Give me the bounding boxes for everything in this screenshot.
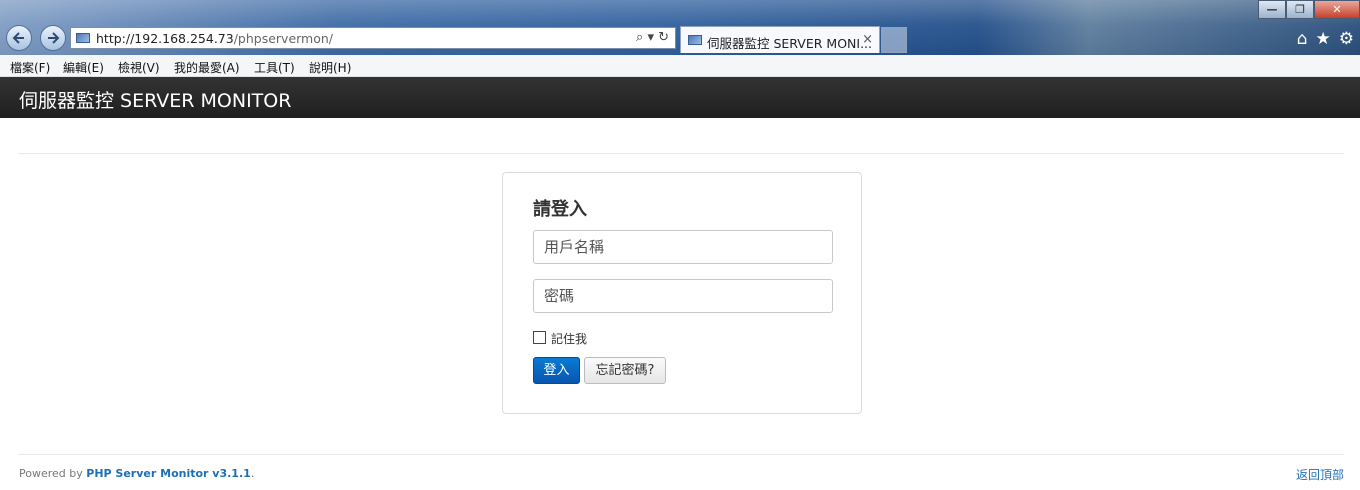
minimize-button[interactable]: — [1258, 0, 1286, 19]
tab-favicon-icon [688, 35, 702, 45]
forward-button[interactable] [40, 25, 66, 51]
tools-gear-icon[interactable]: ⚙ [1339, 29, 1354, 49]
menu-edit[interactable]: 編輯(E) [63, 59, 104, 76]
app-navbar: 伺服器監控 SERVER MONITOR [0, 77, 1360, 118]
menu-view[interactable]: 檢視(V) [118, 59, 160, 76]
login-title: 請登入 [533, 199, 587, 220]
close-window-button[interactable]: ✕ [1314, 0, 1360, 19]
tab-title: 伺服器監控 SERVER MONI... [707, 36, 872, 51]
site-favicon-icon [76, 33, 90, 43]
login-button[interactable]: 登入 [533, 357, 580, 384]
menu-favorites[interactable]: 我的最愛(A) [174, 59, 240, 76]
forward-arrow-icon [48, 32, 60, 44]
url-path: /phpservermon/ [233, 31, 334, 46]
brand-title[interactable]: 伺服器監控 SERVER MONITOR [19, 86, 291, 113]
browser-menu-bar: 檔案(F) 編輯(E) 檢視(V) 我的最愛(A) 工具(T) 說明(H) [0, 55, 1360, 77]
tab-close-icon[interactable]: × [862, 32, 873, 47]
favorites-star-icon[interactable]: ★ [1316, 29, 1331, 49]
back-button[interactable] [6, 25, 32, 51]
remember-checkbox[interactable] [533, 331, 546, 344]
bottom-divider [19, 454, 1344, 455]
new-tab-button[interactable] [881, 27, 907, 53]
powered-by-text: Powered by [19, 467, 87, 480]
password-input[interactable] [533, 279, 833, 313]
url-host: http://192.168.254.73 [96, 31, 234, 46]
menu-tools[interactable]: 工具(T) [254, 59, 295, 76]
window-controls: — ❐ ✕ [1258, 0, 1360, 19]
home-icon[interactable]: ⌂ [1297, 29, 1308, 49]
back-arrow-icon [12, 32, 24, 44]
url-text[interactable]: http://192.168.254.73/phpservermon/ [96, 31, 333, 46]
footer-credits: Powered by PHP Server Monitor v3.1.1. [19, 467, 254, 480]
browser-tab[interactable]: 伺服器監控 SERVER MONI... × [680, 26, 880, 53]
address-bar[interactable]: http://192.168.254.73/phpservermon/ ⌕ ▾ … [70, 27, 676, 49]
footer-period: . [250, 467, 255, 480]
forgot-password-button[interactable]: 忘記密碼? [584, 357, 666, 384]
product-link[interactable]: PHP Server Monitor v3.1.1 [86, 467, 251, 480]
menu-help[interactable]: 說明(H) [309, 59, 351, 76]
top-divider [19, 153, 1344, 154]
back-to-top-link[interactable]: 返回頂部 [1296, 466, 1344, 483]
maximize-button[interactable]: ❐ [1286, 0, 1314, 19]
browser-toolbar-icons: ⌂ ★ ⚙ [1297, 29, 1354, 49]
remember-label: 記住我 [551, 332, 588, 346]
search-refresh-icons[interactable]: ⌕ ▾ ↻ [636, 30, 669, 45]
menu-file[interactable]: 檔案(F) [10, 59, 50, 76]
login-card: 請登入 記住我 登入 忘記密碼? [502, 172, 862, 414]
username-input[interactable] [533, 230, 833, 264]
